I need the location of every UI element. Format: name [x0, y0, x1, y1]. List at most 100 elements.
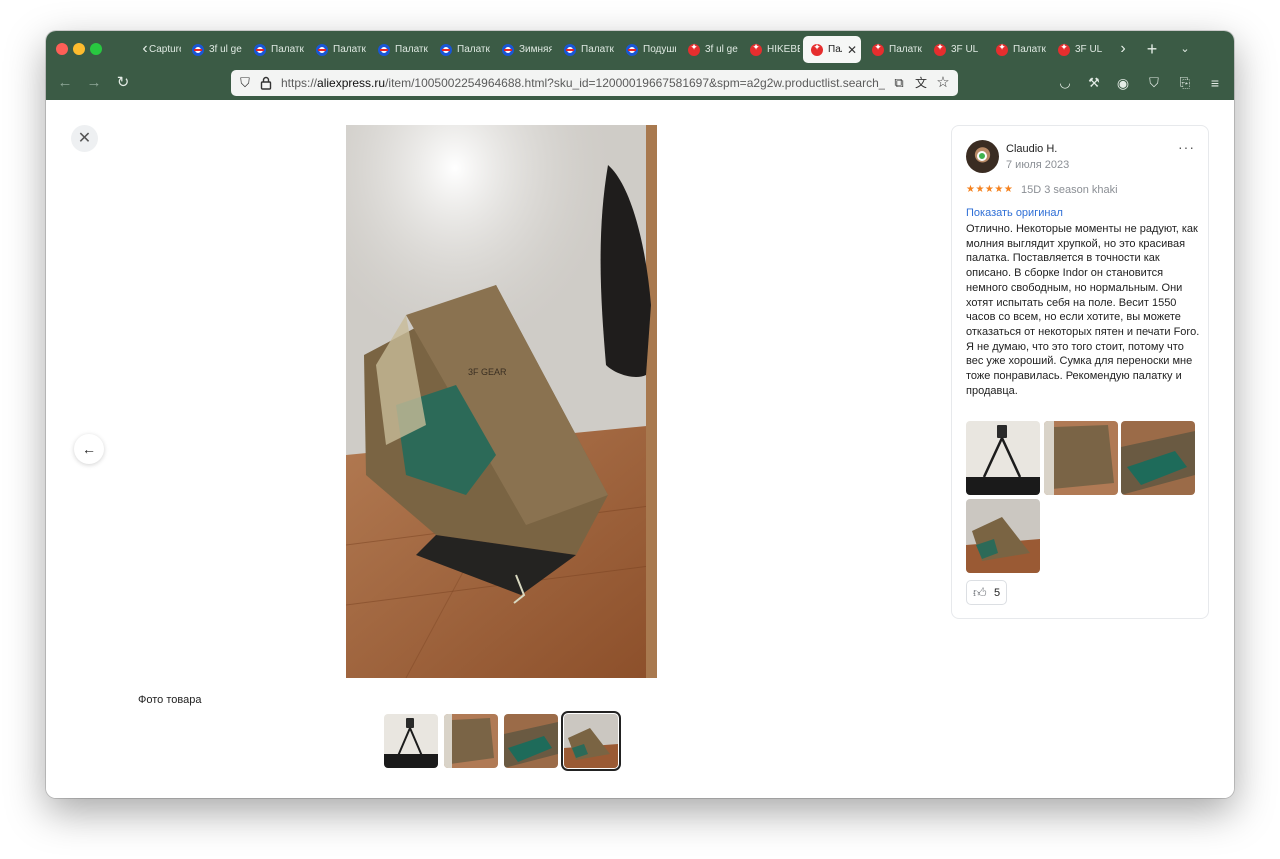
thumbs-up-icon: 👍︎ — [973, 585, 987, 600]
review-text: Отлично. Некоторые моменты не радуют, ка… — [966, 223, 1200, 397]
review-photo-4[interactable] — [966, 499, 1040, 573]
url-prefix: https:// — [281, 76, 318, 90]
review-photo-viewer: ✕ ← 3F GEAR Фото товара Claudio H. 7 июл… — [46, 100, 1234, 798]
photo-section-label: Фото товара — [138, 694, 202, 706]
like-count: 5 — [994, 587, 1001, 599]
shield-icon[interactable]: ⛉ — [236, 74, 254, 92]
tab-label: 3f ul gear — [705, 44, 738, 55]
shield-extension-icon[interactable]: ⛉ — [1143, 72, 1165, 94]
aliexpress-favicon-icon — [934, 42, 946, 56]
tab-label: Capture — [149, 44, 181, 55]
tab-label: Палатка — [581, 44, 614, 55]
url-path: /item/1005002254964688.html?sku_id=12000… — [385, 76, 885, 90]
thumbnail-2[interactable] — [444, 714, 498, 768]
aliexpress-favicon-icon — [1058, 42, 1070, 56]
forward-arrow-icon[interactable]: → — [83, 72, 105, 94]
tab-label: 3f ul gear — [209, 44, 242, 55]
rating-stars: ★★★★★ — [966, 184, 1014, 195]
close-window-button[interactable] — [56, 43, 68, 55]
ozon-favicon-icon — [192, 43, 204, 56]
browser-window: ‹ Capture 3f ul gear Палатка Палатка Пал… — [46, 31, 1234, 798]
wrench-icon[interactable]: ⚒ — [1083, 72, 1105, 94]
extensions-icon[interactable]: ⎘ — [1174, 72, 1196, 94]
tab[interactable]: 3f ul gear — [680, 36, 738, 63]
tab-label: Палатка — [333, 44, 366, 55]
reload-icon[interactable]: ↻ — [112, 72, 134, 94]
pocket-icon[interactable]: ◡ — [1054, 72, 1076, 94]
url-host: aliexpress.ru — [317, 76, 386, 90]
tab-bar: ‹ Capture 3f ul gear Палатка Палатка Пал… — [46, 31, 1234, 67]
lock-icon[interactable] — [257, 74, 275, 92]
arrow-left-icon: ← — [82, 441, 96, 457]
review-photo-1[interactable] — [966, 421, 1040, 495]
thumbnail-4-selected[interactable] — [561, 711, 621, 771]
show-original-link[interactable]: Показать оригинал — [966, 207, 1063, 219]
more-options-icon[interactable]: ··· — [1178, 139, 1195, 155]
new-tab-plus-icon[interactable]: + — [1143, 39, 1161, 59]
tab-label: Палатка — [395, 44, 428, 55]
tab-label: Палатка — [457, 44, 490, 55]
tab[interactable]: HIKEBEAR — [742, 36, 800, 63]
thumbnail-3[interactable] — [504, 714, 558, 768]
menu-icon[interactable]: ≡ — [1204, 72, 1226, 94]
bookmark-star-icon[interactable]: ☆ — [934, 74, 952, 92]
tab[interactable]: 3F UL — [1050, 36, 1106, 63]
tab-label: Подушка — [643, 44, 676, 55]
previous-photo-button[interactable]: ← — [74, 434, 104, 464]
tab[interactable]: Подушка — [618, 36, 676, 63]
main-review-photo: 3F GEAR — [346, 125, 657, 678]
close-tab-icon[interactable]: ✕ — [847, 43, 857, 57]
tab[interactable]: 3F UL — [926, 36, 984, 63]
tab[interactable]: Зимняя — [494, 36, 552, 63]
zoom-window-button[interactable] — [90, 43, 102, 55]
tab[interactable]: Палатка — [370, 36, 428, 63]
thumbnail-1[interactable] — [384, 714, 438, 768]
tab[interactable]: Палатка — [246, 36, 304, 63]
tab-label: 3F UL — [951, 44, 979, 55]
verified-badge-icon — [977, 151, 987, 161]
tab-label: Палатка — [1013, 44, 1046, 55]
tab-active[interactable]: Палатка ✕ — [803, 36, 861, 63]
tab[interactable]: Capture — [141, 36, 181, 63]
ozon-favicon-icon — [254, 43, 266, 56]
ozon-favicon-icon — [564, 43, 576, 56]
review-photo-2[interactable] — [1044, 421, 1118, 495]
review-card: Claudio H. 7 июля 2023 ··· ★★★★★ 15D 3 s… — [951, 125, 1209, 619]
tab[interactable]: Палатка — [556, 36, 614, 63]
url-text[interactable]: https://aliexpress.ru/item/1005002254964… — [281, 76, 885, 90]
tab-label: Палатка — [828, 44, 842, 55]
tent-brand-print: 3F GEAR — [468, 367, 507, 377]
tab-label: HIKEBEAR — [767, 44, 800, 55]
translate-icon[interactable]: 文 — [912, 74, 930, 92]
close-viewer-button[interactable]: ✕ — [71, 125, 98, 152]
chevron-down-icon[interactable]: ⌄ — [1176, 39, 1194, 59]
minimize-window-button[interactable] — [73, 43, 85, 55]
picture-in-picture-icon[interactable]: ⧉ — [890, 74, 908, 92]
tab[interactable]: Палатка — [308, 36, 366, 63]
review-author: Claudio H. — [1006, 143, 1058, 155]
close-icon: ✕ — [77, 130, 92, 147]
like-button[interactable]: 👍︎ 5 — [966, 580, 1007, 605]
tab-label: Палатка — [271, 44, 304, 55]
aliexpress-favicon-icon — [872, 42, 884, 56]
ozon-favicon-icon — [502, 43, 514, 56]
tab[interactable]: Палатка — [432, 36, 490, 63]
aliexpress-favicon-icon — [750, 42, 762, 56]
tab[interactable]: Палатка — [864, 36, 922, 63]
account-icon[interactable]: ◉ — [1112, 72, 1134, 94]
nav-toolbar: ← → ↻ ⛉ https://aliexpress.ru/item/10050… — [46, 67, 1234, 100]
address-bar[interactable]: ⛉ https://aliexpress.ru/item/10050022549… — [231, 70, 958, 96]
aliexpress-favicon-icon — [811, 42, 823, 56]
ozon-favicon-icon — [378, 43, 390, 56]
review-photo-3[interactable] — [1121, 421, 1195, 495]
tab-label: Зимняя — [519, 44, 552, 55]
tab[interactable]: 3f ul gear — [184, 36, 242, 63]
tab-label: 3F UL — [1075, 44, 1103, 55]
tab[interactable]: Палатка — [988, 36, 1046, 63]
product-variant: 15D 3 season khaki — [1021, 184, 1118, 196]
ozon-favicon-icon — [626, 43, 638, 56]
aliexpress-favicon-icon — [996, 42, 1008, 56]
chevron-right-icon[interactable]: › — [1114, 39, 1132, 59]
back-arrow-icon[interactable]: ← — [54, 72, 76, 94]
ozon-favicon-icon — [440, 43, 452, 56]
